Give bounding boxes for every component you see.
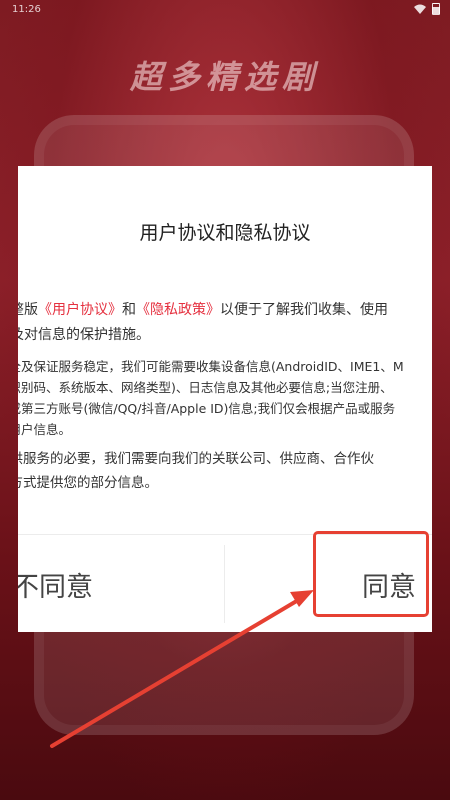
para3-line1: 提供服务的必要，我们需要向我们的关联公司、供应商、合作伙: [18, 451, 374, 467]
para1-mid: 和: [122, 302, 136, 318]
button-divider: [224, 545, 225, 623]
battery-icon: [432, 3, 440, 15]
status-icons: [414, 3, 440, 15]
paragraph-1: 完整版《用户协议》和《隐私政策》以便于了解我们收集、使用 以及对信息的保护措施。: [18, 298, 432, 348]
para1-pre: 完整版: [18, 302, 38, 318]
agree-highlight-box: [313, 531, 429, 617]
status-time: 11:26: [12, 4, 41, 15]
para2-line2: 一识别码、系统版本、网络类型)、日志信息及其他必要信息;当您注册、: [18, 380, 393, 395]
para1-line2: 以及对信息的保护措施。: [18, 327, 150, 343]
wifi-icon: [414, 4, 426, 14]
dialog-body: 完整版《用户协议》和《隐私政策》以便于了解我们收集、使用 以及对信息的保护措施。…: [18, 298, 432, 495]
disagree-button[interactable]: 不同意: [18, 565, 93, 604]
background-title: 超多精选剧: [129, 58, 320, 96]
privacy-policy-link[interactable]: 《隐私政策》: [136, 302, 220, 318]
para2-line1: 安全及保证服务稳定，我们可能需要收集设备信息(AndroidID、IME1、M: [18, 359, 404, 374]
para2-line4: 的用户信息。: [18, 422, 72, 437]
para2-line3: 号或第三方账号(微信/QQ/抖音/Apple ID)信息;我们仅会根据产品或服务: [18, 401, 396, 416]
para3-line2: 的方式提供您的部分信息。: [18, 475, 158, 491]
paragraph-3: 提供服务的必要，我们需要向我们的关联公司、供应商、合作伙 的方式提供您的部分信息…: [18, 447, 432, 495]
para1-post: 以便于了解我们收集、使用: [220, 302, 388, 318]
status-bar: 11:26: [0, 0, 450, 20]
dialog-title: 用户协议和隐私协议: [139, 222, 311, 244]
user-agreement-link[interactable]: 《用户协议》: [38, 302, 122, 318]
paragraph-2: 安全及保证服务稳定，我们可能需要收集设备信息(AndroidID、IME1、M …: [18, 356, 432, 440]
